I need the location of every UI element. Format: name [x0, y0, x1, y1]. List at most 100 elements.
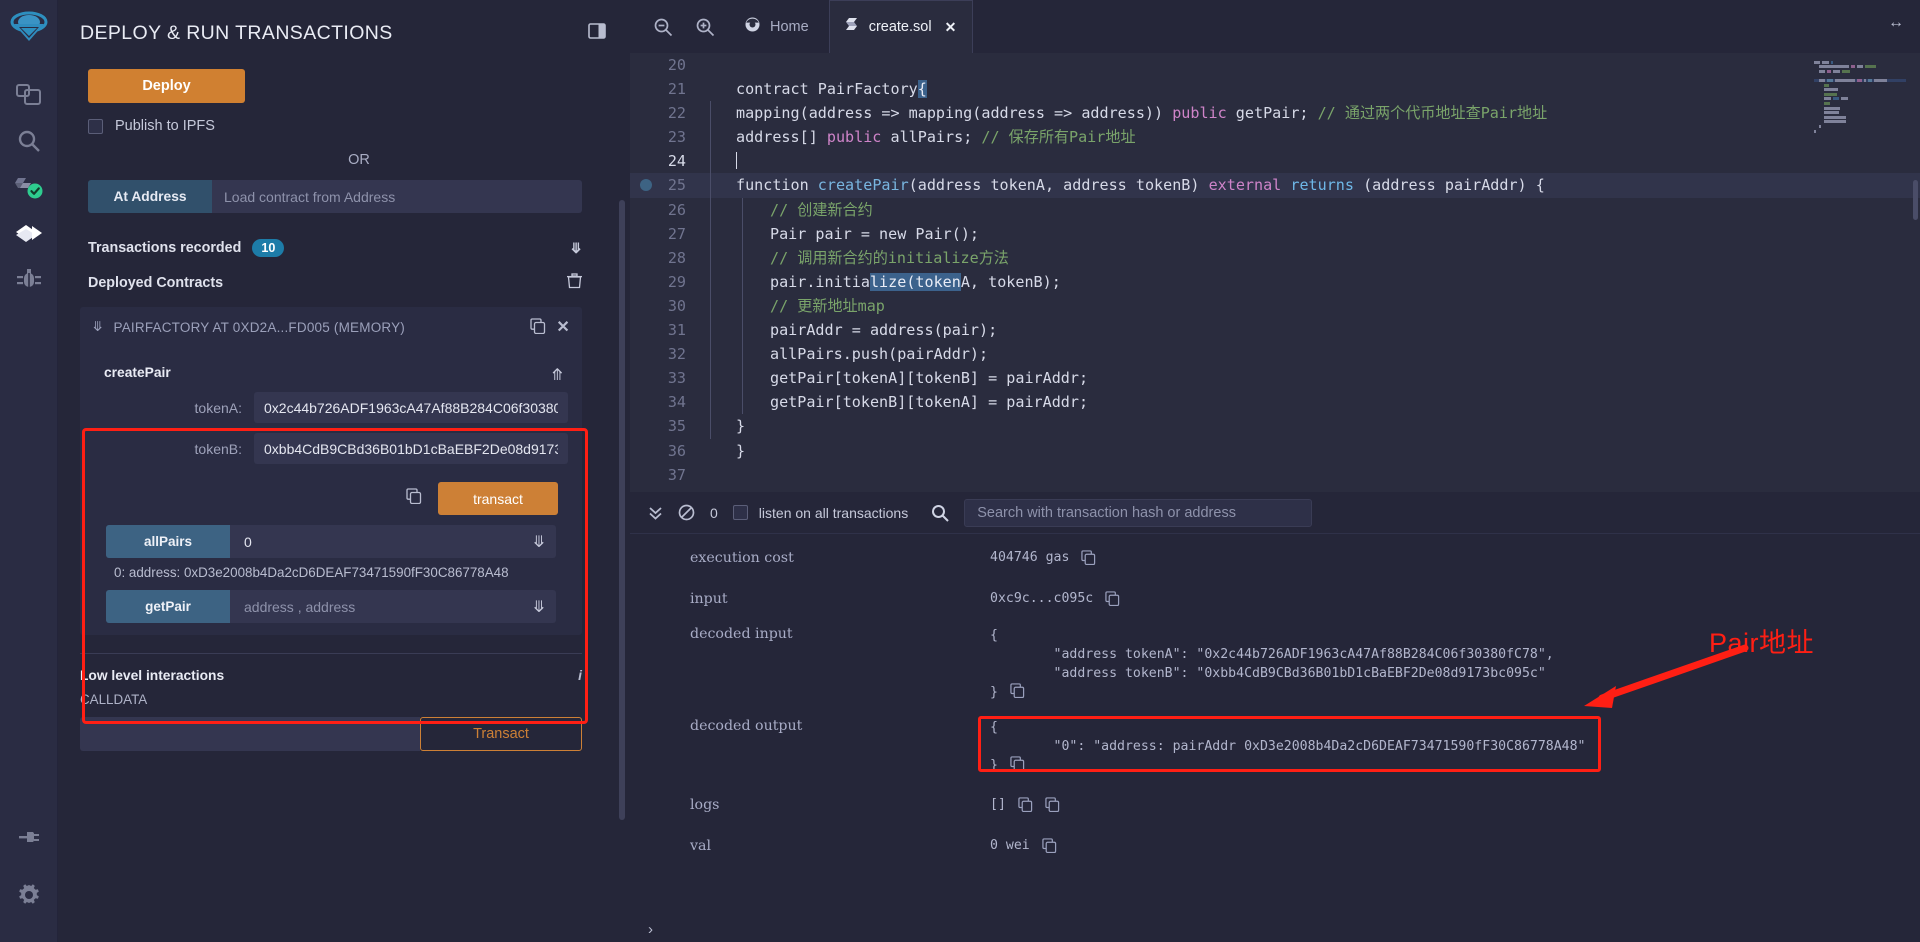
minimap-line	[1814, 79, 1906, 82]
listen-all-transactions-label: listen on all transactions	[759, 505, 908, 521]
code-line[interactable]: 25function createPair(address tokenA, ad…	[630, 173, 1920, 197]
copy-icon[interactable]	[1018, 797, 1033, 816]
code-line[interactable]: 34getPair[tokenB][tokenA] = pairAddr;	[630, 390, 1920, 414]
tab-create-sol-label: create.sol	[869, 19, 932, 35]
copy-icon[interactable]	[1010, 756, 1025, 775]
trash-icon[interactable]	[567, 273, 582, 293]
code-line[interactable]: 23address[] public allPairs; // 保存所有Pair…	[630, 125, 1920, 149]
copy-icon[interactable]	[1081, 550, 1096, 569]
transactions-recorded-count: 10	[252, 239, 284, 257]
transactions-recorded-row[interactable]: Transactions recorded 10 ⤋	[88, 239, 582, 257]
panel-layout-icon[interactable]	[588, 23, 606, 44]
chevron-up-icon[interactable]: ⤊	[551, 365, 564, 385]
code-line[interactable]: 35}	[630, 414, 1920, 438]
logo-icon[interactable]	[7, 8, 51, 54]
at-address-input[interactable]: Load contract from Address	[212, 180, 582, 213]
tab-create-sol[interactable]: create.sol ✕	[829, 0, 974, 53]
terminal-search-input[interactable]: Search with transaction hash or address	[964, 499, 1312, 527]
zoom-in-icon[interactable]	[686, 8, 724, 46]
code-line[interactable]: 29pair.initialize(tokenA, tokenB);	[630, 270, 1920, 294]
deploy-run-icon[interactable]	[7, 210, 51, 256]
getter-getpair-input[interactable]: address , address	[230, 599, 522, 615]
at-address-button[interactable]: At Address	[88, 180, 212, 213]
chevron-down-icon[interactable]: ⤋	[570, 240, 582, 257]
code-line[interactable]: 22mapping(address => mapping(address => …	[630, 101, 1920, 125]
code-line[interactable]: 26// 创建新合约	[630, 198, 1920, 222]
code-editor-area: Home create.sol ✕ ↔ 2021contract PairFac…	[630, 0, 1920, 492]
publish-to-ipfs-row[interactable]: Publish to IPFS	[88, 118, 630, 134]
breakpoint-icon[interactable]	[640, 179, 652, 191]
transact-row: transact	[94, 482, 558, 515]
chevrons-down-icon[interactable]	[648, 505, 663, 521]
minimap-line	[1814, 74, 1906, 77]
code-line[interactable]: 21contract PairFactory{	[630, 77, 1920, 101]
editor-tabbar: Home create.sol ✕	[630, 0, 1920, 53]
instance-header[interactable]: ⤋ PAIRFACTORY AT 0XD2A...FD005 (MEMORY) …	[80, 307, 582, 347]
arg-input-tokena[interactable]	[254, 392, 568, 423]
search-icon[interactable]	[7, 118, 51, 164]
chevron-down-icon[interactable]: ⤋	[92, 319, 104, 335]
line-number: 29	[630, 270, 702, 294]
code-line[interactable]: 33getPair[tokenA][tokenB] = pairAddr;	[630, 366, 1920, 390]
close-icon[interactable]: ✕	[556, 317, 570, 337]
getter-getpair-button[interactable]: getPair	[106, 590, 230, 623]
minimap-line	[1814, 130, 1906, 133]
left-panel-scrollbar[interactable]	[619, 200, 625, 820]
code-lines[interactable]: 2021contract PairFactory{22mapping(addre…	[630, 53, 1920, 492]
code-line[interactable]: 36}	[630, 439, 1920, 463]
settings-icon[interactable]	[7, 872, 51, 918]
copy-calldata-icon[interactable]	[406, 488, 422, 509]
terminal-row-text: 0 wei	[990, 838, 1030, 853]
terminal-row-json: { "address tokenA": "0x2c44b726ADF1963cA…	[990, 626, 1554, 683]
tab-home[interactable]: Home	[728, 0, 825, 53]
plugin-manager-icon[interactable]	[7, 814, 51, 860]
editor-vertical-scrollbar[interactable]	[1913, 180, 1918, 220]
code-line[interactable]: 27Pair pair = new Pair();	[630, 222, 1920, 246]
publish-to-ipfs-checkbox[interactable]	[88, 119, 103, 134]
clear-console-icon[interactable]	[678, 504, 695, 521]
deploy-button[interactable]: Deploy	[88, 69, 245, 103]
code-line[interactable]: 28// 调用新合约的initialize方法	[630, 246, 1920, 270]
copy-icon[interactable]	[1042, 838, 1057, 857]
expand-horizontal-icon[interactable]: ↔	[1888, 14, 1904, 32]
getter-allpairs-input[interactable]: 0	[230, 534, 522, 550]
terminal-row-key: val	[690, 838, 990, 857]
getter-allpairs-button[interactable]: allPairs	[106, 525, 230, 558]
low-level-transact-button[interactable]: Transact	[420, 717, 582, 751]
transact-button[interactable]: transact	[438, 482, 558, 515]
code-line[interactable]: 32allPairs.push(pairAddr);	[630, 342, 1920, 366]
chevron-down-icon[interactable]: ⤋	[522, 532, 556, 552]
copy-icon[interactable]	[1045, 797, 1060, 816]
code-line[interactable]: 31pairAddr = address(pair);	[630, 318, 1920, 342]
indent-guide	[702, 198, 770, 222]
search-icon[interactable]	[931, 504, 949, 522]
chevron-down-icon[interactable]: ⤋	[522, 597, 556, 617]
debugger-icon[interactable]	[7, 256, 51, 302]
editor-minimap[interactable]	[1814, 56, 1906, 160]
copy-icon[interactable]	[1105, 591, 1120, 610]
terminal-row: val0 wei	[630, 838, 1920, 857]
zoom-out-icon[interactable]	[644, 8, 682, 46]
line-number: 21	[630, 77, 702, 101]
copy-icon[interactable]	[530, 318, 546, 337]
code-line[interactable]: 24	[630, 149, 1920, 173]
calldata-input[interactable]	[80, 717, 420, 751]
listen-all-transactions-row[interactable]: listen on all transactions	[733, 505, 908, 521]
arg-input-tokenb[interactable]	[254, 433, 568, 464]
indent-guide	[702, 246, 770, 270]
code-text: Pair pair = new Pair();	[770, 222, 979, 246]
code-line[interactable]: 30// 更新地址map	[630, 294, 1920, 318]
file-explorer-icon[interactable]	[7, 72, 51, 118]
copy-icon[interactable]	[1010, 683, 1025, 702]
code-line[interactable]: 20	[630, 53, 1920, 77]
listen-all-transactions-checkbox[interactable]	[733, 505, 748, 520]
close-icon[interactable]: ✕	[945, 19, 957, 36]
terminal-expand-chevron[interactable]: ›	[630, 916, 1920, 942]
terminal-json-block: { "address tokenA": "0x2c44b726ADF1963cA…	[990, 626, 1554, 702]
info-icon[interactable]: i	[578, 668, 582, 683]
line-number: 22	[630, 101, 702, 125]
code-line[interactable]: 37	[630, 463, 1920, 487]
solidity-compiler-icon[interactable]	[7, 164, 51, 210]
terminal-row-key: decoded input	[690, 626, 990, 702]
arg-label-tokena: tokenA:	[94, 400, 254, 416]
